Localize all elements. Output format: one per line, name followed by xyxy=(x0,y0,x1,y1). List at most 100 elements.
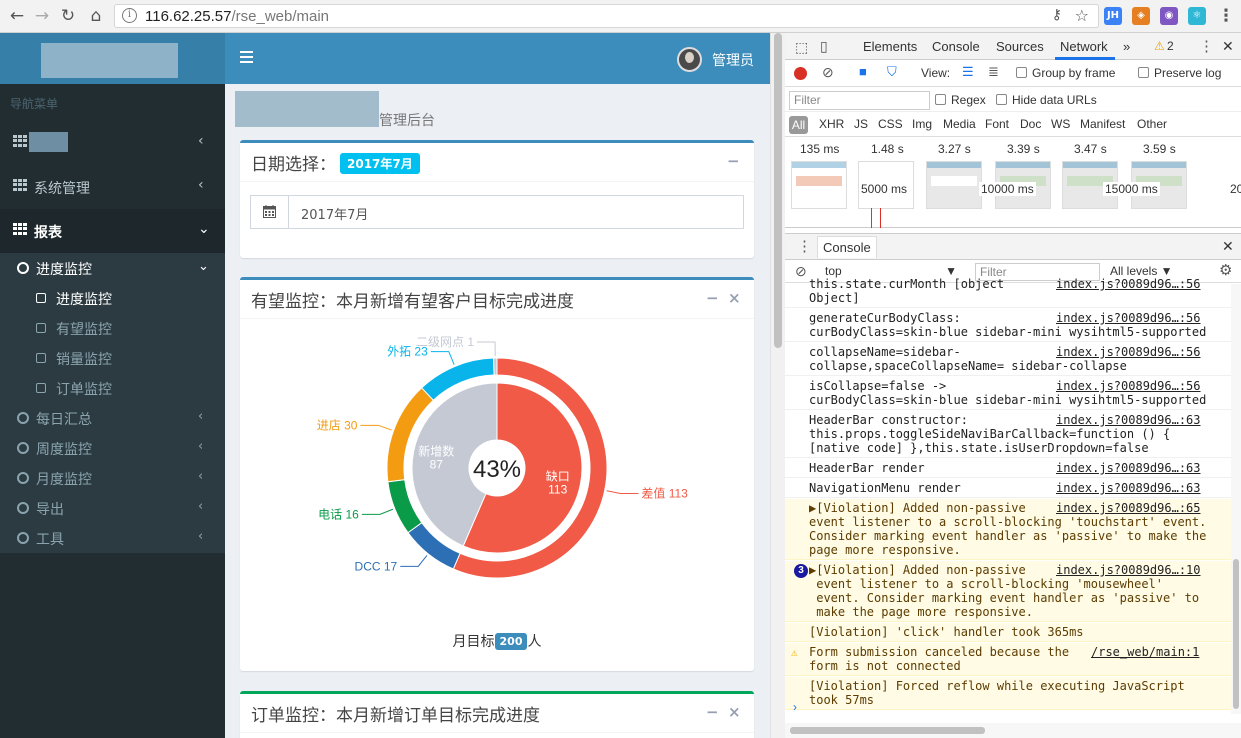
inspect-element-icon[interactable]: ⬚ xyxy=(795,39,808,56)
avatar[interactable] xyxy=(677,47,702,72)
tab-console[interactable]: Console xyxy=(932,39,980,54)
submenu-label: 进度监控 xyxy=(36,262,92,278)
clear-icon[interactable]: ⊘ xyxy=(822,64,834,81)
type-filter-doc[interactable]: Doc xyxy=(1020,117,1041,131)
chevron-down-icon: ⌄ xyxy=(198,259,209,274)
group-by-frame-checkbox[interactable]: Group by frame xyxy=(1016,66,1115,80)
hide-data-urls-checkbox[interactable]: Hide data URLs xyxy=(996,93,1097,107)
outer-slice-5[interactable] xyxy=(493,357,498,376)
redux-extension-icon[interactable]: ◉ xyxy=(1160,7,1178,25)
console-source-link[interactable]: index.js?0089d96…:56 xyxy=(1056,277,1201,291)
waterfall-view-icon[interactable]: ≣ xyxy=(988,64,999,80)
date-picker-input[interactable]: 2017年7月 xyxy=(250,195,744,229)
console-source-link[interactable]: index.js?0089d96…:10 xyxy=(1056,563,1201,577)
submenu-daily-summary[interactable]: 每日汇总 ‹ xyxy=(0,403,225,433)
frame-thumbnail[interactable] xyxy=(791,161,847,209)
submenu-export[interactable]: 导出 ‹ xyxy=(0,493,225,523)
close-icon[interactable]: ✕ xyxy=(1222,38,1234,55)
back-arrow-icon[interactable]: ← xyxy=(6,5,28,27)
sidebar-item-reports[interactable]: 报表 ⌄ xyxy=(0,209,225,253)
reload-icon[interactable]: ↻ xyxy=(57,5,79,27)
console-source-link[interactable]: index.js?0089d96…:56 xyxy=(1056,345,1201,359)
page-scrollbar[interactable] xyxy=(770,33,785,738)
console-message: this.state.curMonth [object Object] index… xyxy=(785,275,1231,308)
more-tabs-icon[interactable]: » xyxy=(1123,39,1130,54)
console-prompt[interactable]: › xyxy=(793,700,797,714)
preserve-log-checkbox[interactable]: Preserve log xyxy=(1138,66,1221,80)
collapse-icon[interactable]: − xyxy=(727,152,740,170)
outer-label-line-2 xyxy=(361,508,394,515)
tab-elements[interactable]: Elements xyxy=(863,39,917,54)
address-bar[interactable]: i 116.62.25.57/rse_web/main ⚷ ☆ xyxy=(114,4,1099,28)
network-filter-input[interactable]: Filter xyxy=(789,91,930,110)
console-source-link[interactable]: index.js?0089d96…:56 xyxy=(1056,379,1201,393)
submenu-progress-monitor[interactable]: 进度监控 ⌄ xyxy=(0,253,225,283)
submenu-leaf-sales[interactable]: 销量监控 xyxy=(0,343,225,373)
list-view-icon[interactable]: ☰ xyxy=(962,64,974,80)
regex-checkbox[interactable]: Regex xyxy=(935,93,986,107)
console-scrollbar[interactable] xyxy=(1231,284,1241,714)
sidebar-item-label: 系统管理 xyxy=(34,181,90,197)
screenshot-camera-icon[interactable]: ■ xyxy=(859,64,867,79)
forward-arrow-icon[interactable]: → xyxy=(31,5,53,27)
type-filter-manifest[interactable]: Manifest xyxy=(1080,117,1125,131)
site-info-icon[interactable]: i xyxy=(122,8,137,23)
type-filter-img[interactable]: Img xyxy=(912,117,932,131)
scrollbar-thumb[interactable] xyxy=(790,727,985,734)
scrollbar-thumb[interactable] xyxy=(774,33,782,348)
scrollbar-thumb[interactable] xyxy=(1233,559,1239,709)
console-source-link[interactable]: index.js?0089d96…:56 xyxy=(1056,311,1201,325)
type-filter-ws[interactable]: WS xyxy=(1051,117,1070,131)
collapse-icon[interactable]: − xyxy=(706,289,719,307)
tab-network[interactable]: Network xyxy=(1060,39,1108,54)
browser-menu-icon[interactable]: ⋮ xyxy=(1215,5,1237,27)
submenu-leaf-orders[interactable]: 订单监控 xyxy=(0,373,225,403)
close-icon[interactable]: × xyxy=(728,703,741,721)
react-extension-icon[interactable]: ⚛ xyxy=(1188,7,1206,25)
close-icon[interactable]: ✕ xyxy=(1222,238,1234,255)
square-icon xyxy=(36,293,46,303)
drawer-tab-console[interactable]: Console xyxy=(817,236,877,258)
console-source-link[interactable]: index.js?0089d96…:63 xyxy=(1056,413,1201,427)
outer-label-2: 电话 16 xyxy=(318,507,359,521)
key-icon[interactable]: ⚷ xyxy=(1052,7,1062,23)
record-icon[interactable] xyxy=(794,67,807,80)
submenu-monthly[interactable]: 月度监控 ‹ xyxy=(0,463,225,493)
filter-icon[interactable]: ⛉ xyxy=(887,64,897,80)
calendar-icon[interactable] xyxy=(251,196,289,228)
type-filter-xhr[interactable]: XHR xyxy=(819,117,844,131)
type-filter-all[interactable]: All xyxy=(789,116,808,134)
home-icon[interactable]: ⌂ xyxy=(85,5,107,27)
submenu-leaf-progress[interactable]: 进度监控 xyxy=(0,283,225,313)
hamburger-menu-icon[interactable] xyxy=(240,51,253,63)
console-source-link[interactable]: /rse_web/main:1 xyxy=(1091,645,1199,659)
submenu-tools[interactable]: 工具 ‹ xyxy=(0,523,225,553)
sidebar-item-blurred[interactable]: ‹ xyxy=(0,121,225,165)
inner-label-0-name: 缺口 xyxy=(546,469,570,484)
console-source-link[interactable]: index.js?0089d96…:65 xyxy=(1056,501,1201,515)
console-hscrollbar[interactable] xyxy=(785,723,1241,738)
user-name[interactable]: 管理员 xyxy=(712,50,754,70)
type-filter-other[interactable]: Other xyxy=(1137,117,1167,131)
jh-extension-icon[interactable]: JH xyxy=(1104,7,1122,25)
collapse-icon[interactable]: − xyxy=(706,703,719,721)
type-filter-media[interactable]: Media xyxy=(943,117,976,131)
devtools-menu-icon[interactable]: ⋮ xyxy=(1199,37,1214,55)
warning-icon[interactable]: ⚠ xyxy=(1154,39,1165,53)
frame-thumbnail[interactable] xyxy=(926,161,982,209)
type-filter-js[interactable]: JS xyxy=(854,117,868,131)
console-source-link[interactable]: index.js?0089d96…:63 xyxy=(1056,461,1201,475)
logo[interactable] xyxy=(0,33,225,84)
console-source-link[interactable]: index.js?0089d96…:63 xyxy=(1056,481,1201,495)
bookmark-star-icon[interactable]: ☆ xyxy=(1075,6,1089,25)
close-icon[interactable]: × xyxy=(728,289,741,307)
device-toolbar-icon[interactable]: ▯ xyxy=(820,38,828,55)
fox-extension-icon[interactable]: ◈ xyxy=(1132,7,1150,25)
type-filter-css[interactable]: CSS xyxy=(878,117,903,131)
sidebar-item-system[interactable]: 系统管理 ‹ xyxy=(0,165,225,209)
tab-sources[interactable]: Sources xyxy=(996,39,1044,54)
drawer-menu-icon[interactable]: ⋮ xyxy=(797,237,812,255)
type-filter-font[interactable]: Font xyxy=(985,117,1009,131)
submenu-leaf-prospect[interactable]: 有望监控 xyxy=(0,313,225,343)
submenu-weekly[interactable]: 周度监控 ‹ xyxy=(0,433,225,463)
